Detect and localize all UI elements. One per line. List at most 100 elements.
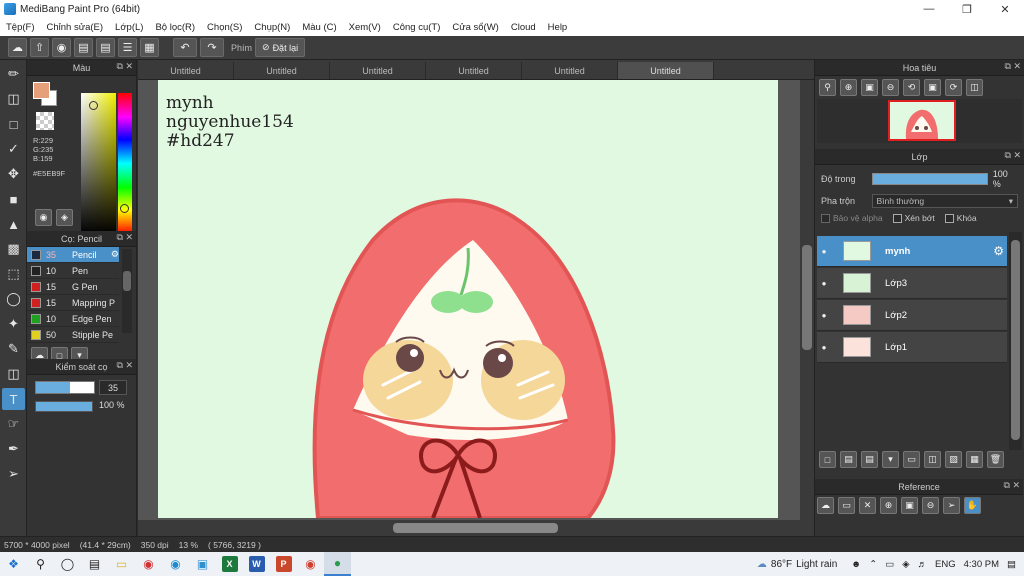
redo-button[interactable]: ↷ (200, 38, 224, 57)
comment-icon[interactable]: ◉ (52, 38, 71, 57)
tab-untitled[interactable]: Untitled (330, 62, 426, 79)
fill-rect-tool-icon[interactable]: ■ (2, 188, 25, 210)
tab-untitled[interactable]: Untitled (234, 62, 330, 79)
powerpoint-icon[interactable]: P (270, 552, 297, 576)
brush-list-scrollbar[interactable] (122, 249, 132, 333)
document-icon[interactable]: ▤ (96, 38, 115, 57)
layer-row[interactable]: ● Lớp2 (817, 300, 1007, 331)
eyedropper-tool-icon[interactable]: ➢ (2, 463, 25, 485)
brush-item[interactable]: 35 Pencil ⚙ (27, 247, 119, 263)
operation-tool-icon[interactable]: ☞ (2, 413, 25, 435)
language-indicator[interactable]: ENG (935, 559, 956, 570)
list-icon[interactable]: ☰ (118, 38, 137, 57)
menu-tools[interactable]: Công cụ(T) (387, 22, 447, 33)
navigator-preview[interactable] (817, 99, 1022, 143)
tab-untitled[interactable]: Untitled (426, 62, 522, 79)
zoom-in-icon[interactable]: ⊕ (840, 79, 857, 96)
minimize-button[interactable]: — (910, 0, 948, 18)
task-view-icon[interactable]: ▤ (81, 552, 108, 576)
brush-opacity-slider[interactable] (35, 401, 93, 412)
battery-icon[interactable]: ▭ (885, 559, 894, 570)
eyedropper-icon[interactable]: ➢ (943, 497, 960, 514)
layer-list-scrollbar[interactable] (1009, 232, 1022, 450)
transparent-swatch[interactable] (36, 112, 54, 130)
cloud-icon[interactable]: ☁ (8, 38, 27, 57)
app-red-icon[interactable]: ◉ (135, 552, 162, 576)
blur-tool-icon[interactable]: ✒ (2, 438, 25, 460)
menu-window[interactable]: Cửa sổ(W) (446, 22, 504, 33)
chrome-icon[interactable]: ◉ (297, 552, 324, 576)
menu-help[interactable]: Help (542, 22, 574, 33)
menu-snap[interactable]: Chụp(N) (248, 22, 296, 33)
merge-layer-icon[interactable]: ▧ (945, 451, 962, 468)
panel-controls-icon[interactable]: ⧉ ✕ (1005, 61, 1021, 72)
gradient-tool-icon[interactable]: ▩ (2, 238, 25, 260)
volume-icon[interactable]: ♬ (918, 559, 928, 570)
visibility-icon[interactable]: ● (817, 268, 831, 298)
menu-color[interactable]: Màu (C) (296, 22, 342, 33)
clipping-checkbox[interactable]: Xén bớt (892, 213, 935, 223)
tab-untitled[interactable]: Untitled (522, 62, 618, 79)
menu-edit[interactable]: Chỉnh sửa(E) (41, 22, 110, 33)
hue-cursor[interactable] (120, 204, 129, 213)
text-tool-icon[interactable]: T (2, 388, 25, 410)
panel-controls-icon[interactable]: ⧉ ✕ (1005, 150, 1021, 161)
notification-icon[interactable]: ▤ (1007, 559, 1016, 570)
eraser-tool-icon[interactable]: ◫ (2, 88, 25, 110)
excel-icon[interactable]: X (216, 552, 243, 576)
reset-button[interactable]: ⊘ Đặt lại (255, 38, 306, 57)
artboard[interactable]: mynh nguyenhue154 #hd247 (158, 80, 778, 518)
maximize-button[interactable]: ❐ (948, 0, 986, 18)
flip-icon[interactable]: ◫ (966, 79, 983, 96)
zoom-in-icon[interactable]: ⊕ (880, 497, 897, 514)
fit-icon[interactable]: ▣ (901, 497, 918, 514)
file-explorer-icon[interactable]: ▭ (108, 552, 135, 576)
tab-untitled[interactable]: Untitled (138, 62, 234, 79)
speech-icon[interactable]: ▤ (74, 38, 93, 57)
menu-layer[interactable]: Lớp(L) (109, 22, 149, 33)
move-tool-icon[interactable]: ✥ (2, 163, 25, 185)
wifi-icon[interactable]: ◈ (902, 559, 909, 570)
menu-file[interactable]: Tệp(F) (0, 22, 41, 33)
protect-alpha-checkbox[interactable]: Bảo vệ alpha (821, 213, 883, 223)
select-pen-icon[interactable]: ✎ (2, 338, 25, 360)
open-folder-icon[interactable]: ▭ (838, 497, 855, 514)
folder-icon[interactable]: ▭ (903, 451, 920, 468)
layer-row[interactable]: ● mynh ⚙ (817, 236, 1007, 267)
new-8bit-layer-icon[interactable]: ▤ (861, 451, 878, 468)
canvas-vertical-scrollbar[interactable] (800, 80, 814, 520)
brush-item[interactable]: 15 G Pen (27, 279, 119, 295)
lasso-select-icon[interactable]: ◯ (2, 288, 25, 310)
zoom-fit-icon[interactable]: ⚲ (819, 79, 836, 96)
zoom-out-icon[interactable]: ⊖ (922, 497, 939, 514)
new-layer-menu-icon[interactable]: ▾ (882, 451, 899, 468)
brush-item[interactable]: 10 Edge Pen (27, 311, 119, 327)
rotate-right-icon[interactable]: ⟳ (945, 79, 962, 96)
people-icon[interactable]: ☻ (851, 559, 861, 570)
undo-button[interactable]: ↶ (173, 38, 197, 57)
rect-select-icon[interactable]: ⬚ (2, 263, 25, 285)
sv-cursor[interactable] (89, 101, 98, 110)
delete-layer-icon[interactable]: 🗑 (987, 451, 1004, 468)
layer-opacity-slider[interactable] (872, 173, 988, 185)
menu-select[interactable]: Chọn(S) (201, 22, 248, 33)
layer-row[interactable]: ● Lớp3 (817, 268, 1007, 299)
new-halftone-layer-icon[interactable]: ▤ (840, 451, 857, 468)
chevron-up-icon[interactable]: ⌃ (869, 559, 877, 570)
visibility-icon[interactable]: ● (817, 300, 831, 330)
close-reference-icon[interactable]: ✕ (859, 497, 876, 514)
close-button[interactable]: ✕ (986, 0, 1024, 18)
brush-tool-icon[interactable]: ✏ (2, 63, 25, 85)
brush-size-slider[interactable] (35, 381, 95, 394)
hand-icon[interactable]: ✋ (964, 497, 981, 514)
lock-checkbox[interactable]: Khóa (944, 213, 977, 223)
duplicate-layer-icon[interactable]: ◫ (924, 451, 941, 468)
brush-item[interactable]: 50 Stipple Pe (27, 327, 119, 343)
clock[interactable]: 4:30 PM (964, 559, 999, 570)
blend-mode-select[interactable]: Bình thường ▾ (872, 194, 1018, 208)
actual-size-icon[interactable]: ▣ (924, 79, 941, 96)
brush-item[interactable]: 15 Mapping P (27, 295, 119, 311)
color-swap-icon[interactable]: ◈ (56, 209, 73, 226)
panel-controls-icon[interactable]: ⧉ ✕ (1004, 480, 1020, 491)
upload-icon[interactable]: ⇧ (30, 38, 49, 57)
